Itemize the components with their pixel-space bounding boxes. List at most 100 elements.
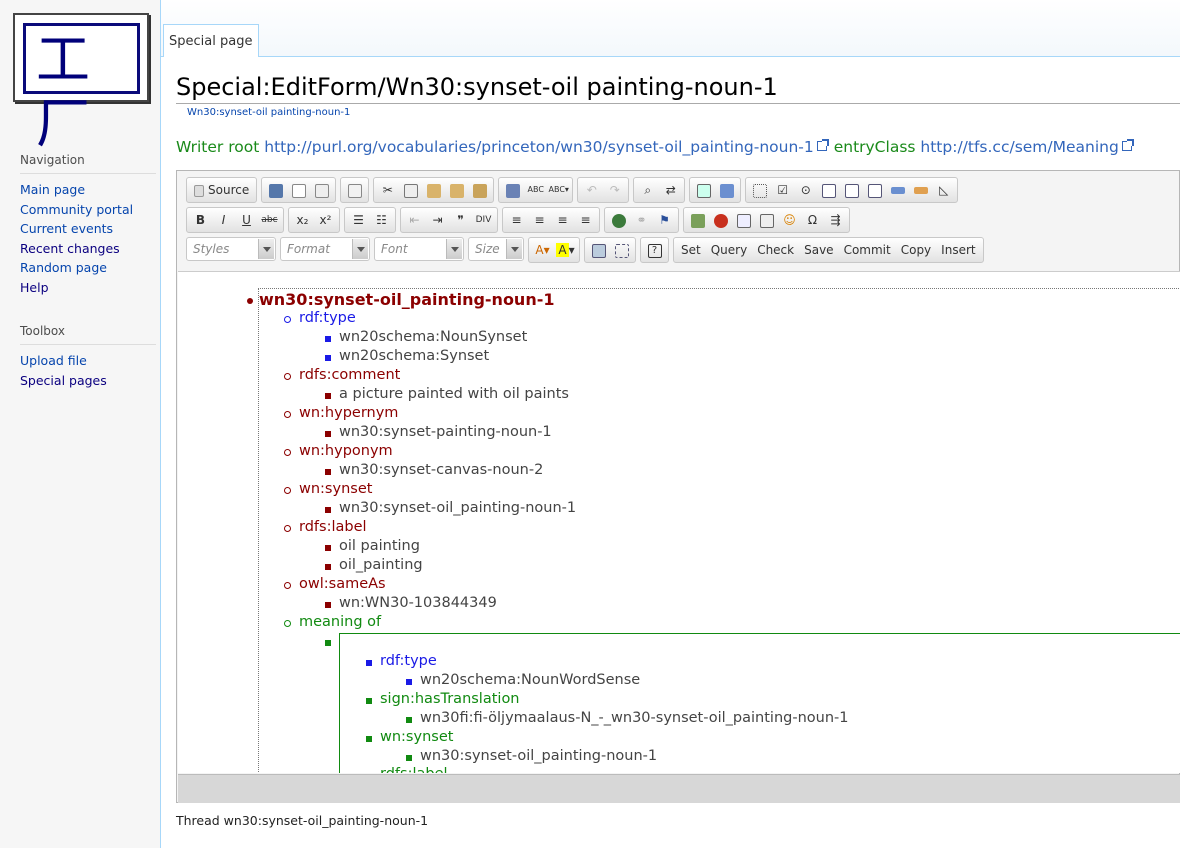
paste-text-icon[interactable] xyxy=(445,178,468,202)
value-item: wn30:synset-oil_painting-noun-1 xyxy=(339,500,577,516)
size-select[interactable]: Size xyxy=(468,237,524,261)
external-link-icon xyxy=(816,139,829,151)
image-icon[interactable] xyxy=(686,208,709,232)
copy-icon[interactable] xyxy=(399,178,422,202)
smiley-icon[interactable]: ☺ xyxy=(778,208,801,232)
bold-icon[interactable]: B xyxy=(189,208,212,232)
button-field-icon[interactable] xyxy=(886,178,909,202)
query-button[interactable]: Query xyxy=(706,238,752,262)
logo-glyphs: 工厂 xyxy=(36,28,96,155)
sidebar: 工厂 Navigation Main page Community portal… xyxy=(0,0,161,848)
toolbox-heading: Toolbox xyxy=(20,324,156,345)
tab-special-page[interactable]: Special page xyxy=(163,24,259,57)
find-icon[interactable]: ⌕ xyxy=(636,178,659,202)
source-button[interactable]: Source xyxy=(189,178,254,202)
strike-icon[interactable]: abc xyxy=(258,208,281,232)
font-select-label: Font xyxy=(381,242,408,256)
anchor-icon[interactable]: ⚑ xyxy=(653,208,676,232)
indent-icon[interactable]: ⇥ xyxy=(426,208,449,232)
copy-button[interactable]: Copy xyxy=(896,238,936,262)
align-left-icon[interactable]: ≡ xyxy=(505,208,528,232)
div-container-icon[interactable]: DIV xyxy=(472,208,495,232)
site-logo[interactable]: 工厂 xyxy=(13,13,149,155)
sidebar-item-recent-changes[interactable]: Recent changes xyxy=(20,241,120,256)
sidebar-item-special-pages[interactable]: Special pages xyxy=(20,373,107,388)
set-button[interactable]: Set xyxy=(676,238,706,262)
paste-word-icon[interactable] xyxy=(468,178,491,202)
textfield-icon[interactable] xyxy=(817,178,840,202)
rich-text-editor: Source ✂ ABC ABC▾ ↶ ↷ ⌕ ⇄ ☑ ⊙ ◺ B I Uabc x₂ x² ☰… xyxy=(176,170,1180,803)
print-icon[interactable] xyxy=(501,178,524,202)
toolbox-portal: Toolbox Upload file Special pages xyxy=(20,324,156,390)
special-char-icon[interactable]: Ω xyxy=(801,208,824,232)
remove-format-icon[interactable] xyxy=(715,178,738,202)
select-all-icon[interactable] xyxy=(692,178,715,202)
sidebar-item-community-portal[interactable]: Community portal xyxy=(20,202,133,217)
checkbox-icon[interactable]: ☑ xyxy=(771,178,794,202)
background-color-icon[interactable]: A ▾ xyxy=(554,238,577,262)
save-icon[interactable] xyxy=(264,178,287,202)
font-select[interactable]: Font xyxy=(374,237,464,261)
hidden-field-icon[interactable]: ◺ xyxy=(932,178,955,202)
spellcheck-as-you-type-icon[interactable]: ABC▾ xyxy=(547,178,570,202)
image-button-icon[interactable] xyxy=(909,178,932,202)
sidebar-item-current-events[interactable]: Current events xyxy=(20,221,113,236)
navigation-heading: Navigation xyxy=(20,153,156,174)
numbered-list-icon[interactable]: ☰ xyxy=(347,208,370,232)
save-button[interactable]: Save xyxy=(799,238,838,262)
underline-icon[interactable]: U xyxy=(235,208,258,232)
property-wn-synset: wn:synset xyxy=(299,481,373,497)
format-select[interactable]: Format xyxy=(280,237,370,261)
property-owl-sameas: owl:sameAs xyxy=(299,576,386,592)
horizontal-rule-icon[interactable] xyxy=(755,208,778,232)
form-icon[interactable] xyxy=(748,178,771,202)
bullet-icon xyxy=(284,373,291,380)
align-justify-icon[interactable]: ≡ xyxy=(574,208,597,232)
unlink-icon[interactable]: ⚭ xyxy=(630,208,653,232)
page-break-icon[interactable]: ⇶ xyxy=(824,208,847,232)
link-icon[interactable] xyxy=(607,208,630,232)
textarea-icon[interactable] xyxy=(840,178,863,202)
check-button[interactable]: Check xyxy=(752,238,799,262)
sidebar-item-random-page[interactable]: Random page xyxy=(20,260,107,275)
table-icon[interactable] xyxy=(732,208,755,232)
value-item: wn30:synset-painting-noun-1 xyxy=(339,424,552,440)
insert-button[interactable]: Insert xyxy=(936,238,980,262)
outdent-icon[interactable]: ⇤ xyxy=(403,208,426,232)
commit-button[interactable]: Commit xyxy=(839,238,896,262)
new-page-icon[interactable] xyxy=(287,178,310,202)
align-right-icon[interactable]: ≡ xyxy=(551,208,574,232)
bulleted-list-icon[interactable]: ☷ xyxy=(370,208,393,232)
paste-icon[interactable] xyxy=(422,178,445,202)
spellcheck-icon[interactable]: ABC xyxy=(524,178,547,202)
preview-icon[interactable] xyxy=(310,178,333,202)
italic-icon[interactable]: I xyxy=(212,208,235,232)
sidebar-item-help[interactable]: Help xyxy=(20,280,49,295)
blockquote-icon[interactable]: ❞ xyxy=(449,208,472,232)
align-center-icon[interactable]: ≡ xyxy=(528,208,551,232)
sidebar-item-main-page[interactable]: Main page xyxy=(20,182,85,197)
cut-icon[interactable]: ✂ xyxy=(376,178,399,202)
text-color-icon[interactable]: A▾ xyxy=(531,238,554,262)
entry-class-link[interactable]: http://tfs.cc/sem/Meaning xyxy=(920,138,1118,156)
value-item: a picture painted with oil paints xyxy=(339,386,569,402)
page-subtitle-link[interactable]: Wn30:synset-oil painting-noun-1 xyxy=(187,107,350,118)
writer-root-link[interactable]: http://purl.org/vocabularies/princeton/w… xyxy=(264,138,814,156)
redo-icon[interactable]: ↷ xyxy=(603,178,626,202)
maximize-icon[interactable] xyxy=(587,238,610,262)
external-link-icon xyxy=(1121,139,1134,151)
sidebar-item-upload-file[interactable]: Upload file xyxy=(20,353,87,368)
show-blocks-icon[interactable] xyxy=(610,238,633,262)
replace-icon[interactable]: ⇄ xyxy=(659,178,682,202)
help-icon[interactable]: ? xyxy=(643,238,666,262)
radio-icon[interactable]: ⊙ xyxy=(794,178,817,202)
editor-content-area[interactable]: wn30:synset-oil_painting-noun-1 rdf:type… xyxy=(178,271,1180,773)
templates-icon[interactable] xyxy=(343,178,366,202)
undo-icon[interactable]: ↶ xyxy=(580,178,603,202)
bullet-icon xyxy=(284,582,291,589)
superscript-icon[interactable]: x² xyxy=(314,208,337,232)
subscript-icon[interactable]: x₂ xyxy=(291,208,314,232)
styles-select[interactable]: Styles xyxy=(186,237,276,261)
select-field-icon[interactable] xyxy=(863,178,886,202)
flash-icon[interactable] xyxy=(709,208,732,232)
